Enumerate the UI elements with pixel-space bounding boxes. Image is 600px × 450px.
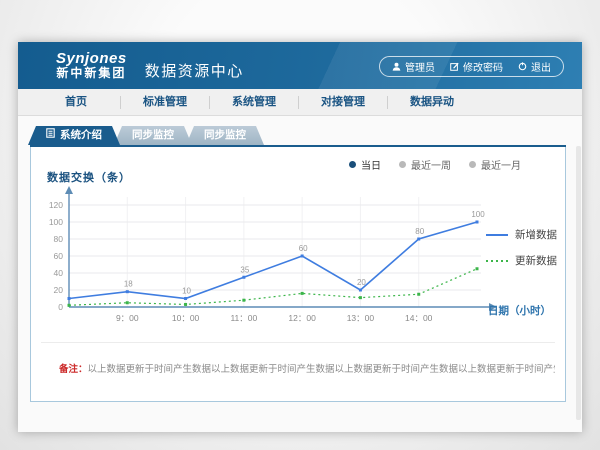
- filter-0[interactable]: 当日: [349, 157, 381, 172]
- filter-1[interactable]: 最近一周: [399, 157, 451, 172]
- main-nav: 首页标准管理系统管理对接管理数据异动: [18, 89, 582, 116]
- power-icon: [518, 62, 527, 71]
- legend-label: 更新数据: [515, 253, 557, 268]
- filter-label: 当日: [361, 157, 381, 172]
- nav-item-1[interactable]: 标准管理: [121, 89, 209, 115]
- filter-2[interactable]: 最近一月: [469, 157, 521, 172]
- radio-dot-icon: [469, 161, 476, 168]
- svg-text:35: 35: [240, 265, 249, 274]
- nav-item-3[interactable]: 对接管理: [299, 89, 387, 115]
- svg-text:9：00: 9：00: [116, 313, 139, 323]
- chart-panel: 当日最近一周最近一月 数据交换（条） 0204060801001209：0010…: [30, 147, 566, 402]
- svg-text:10：00: 10：00: [172, 313, 200, 323]
- content-area: 系统介绍同步监控同步监控 当日最近一周最近一月 数据交换（条） 02040608…: [18, 116, 582, 432]
- svg-text:18: 18: [124, 280, 133, 289]
- current-user-button[interactable]: 管理员: [392, 59, 435, 74]
- panel-divider: [41, 342, 555, 343]
- svg-text:100: 100: [471, 210, 485, 219]
- svg-text:40: 40: [54, 268, 64, 278]
- logout-button[interactable]: 退出: [518, 59, 551, 74]
- line-chart: 0 20 40 60 80 100 120 9：00 10：00 11：00 12：00 13：00 1…: [37, 183, 507, 333]
- svg-text:10: 10: [182, 287, 191, 296]
- nav-item-2[interactable]: 系统管理: [210, 89, 298, 115]
- svg-text:12：00: 12：00: [288, 313, 316, 323]
- footnote: 备注：以上数据更新于时间产生数据以上数据更新于时间产生数据以上数据更新于时间产生…: [59, 361, 555, 375]
- tab-2[interactable]: 同步监控: [186, 126, 264, 145]
- legend-line-sample-icon: [485, 229, 509, 241]
- company-logo: Synjones 新中新集团: [56, 51, 127, 79]
- tab-1[interactable]: 同步监控: [114, 126, 192, 145]
- radio-dot-icon: [349, 161, 356, 168]
- legend-label: 新增数据: [515, 227, 557, 242]
- user-toolbar: 管理员 修改密码 退出: [379, 56, 564, 77]
- time-range-filters: 当日 最近一周 最近一月: [349, 157, 521, 172]
- change-password-button[interactable]: 修改密码: [450, 59, 503, 74]
- legend-item-0[interactable]: 新增数据: [485, 227, 557, 242]
- tab-0[interactable]: 系统介绍: [28, 126, 120, 145]
- tab-label: 系统介绍: [60, 126, 102, 145]
- tab-label: 同步监控: [132, 126, 174, 145]
- svg-text:80: 80: [415, 227, 424, 236]
- radio-dot-icon: [399, 161, 406, 168]
- svg-text:60: 60: [299, 244, 308, 253]
- filter-label: 最近一月: [481, 157, 521, 172]
- svg-text:100: 100: [49, 217, 63, 227]
- chart-container: 0 20 40 60 80 100 120 9：00 10：00 11：00 12：00 13：00 1…: [37, 183, 507, 338]
- svg-text:80: 80: [54, 234, 64, 244]
- x-axis-title: 日期（小时）: [488, 303, 551, 318]
- edit-icon: [450, 62, 459, 71]
- nav-item-4[interactable]: 数据异动: [388, 89, 476, 115]
- document-icon: [46, 126, 55, 145]
- svg-text:120: 120: [49, 200, 63, 210]
- svg-text:14：00: 14：00: [405, 313, 433, 323]
- svg-text:0: 0: [58, 302, 63, 312]
- svg-text:60: 60: [54, 251, 64, 261]
- svg-text:20: 20: [54, 285, 64, 295]
- footnote-label: 备注：: [59, 364, 88, 375]
- chart-legend: 新增数据更新数据: [485, 227, 557, 268]
- vertical-scrollbar[interactable]: [576, 146, 581, 420]
- footnote-text: 以上数据更新于时间产生数据以上数据更新于时间产生数据以上数据更新于时间产生数据以…: [88, 364, 555, 375]
- user-icon: [392, 62, 401, 71]
- logo-company-name: 新中新集团: [56, 67, 127, 80]
- legend-item-1[interactable]: 更新数据: [485, 253, 557, 268]
- nav-item-0[interactable]: 首页: [32, 89, 120, 115]
- tab-label: 同步监控: [204, 126, 246, 145]
- app-window: Synjones 新中新集团 数据资源中心 管理员 修改密码 退出 首页标准管理…: [18, 42, 582, 432]
- app-header: Synjones 新中新集团 数据资源中心 管理员 修改密码 退出: [18, 42, 582, 89]
- svg-text:13：00: 13：00: [347, 313, 375, 323]
- page-title: 数据资源中心: [145, 60, 244, 81]
- svg-text:11：00: 11：00: [230, 313, 257, 323]
- tab-bar: 系统介绍 同步监控 同步监控: [28, 126, 258, 145]
- logo-brand-text: Synjones: [56, 51, 127, 67]
- legend-line-sample-icon: [485, 255, 509, 267]
- svg-text:20: 20: [357, 278, 366, 287]
- filter-label: 最近一周: [411, 157, 451, 172]
